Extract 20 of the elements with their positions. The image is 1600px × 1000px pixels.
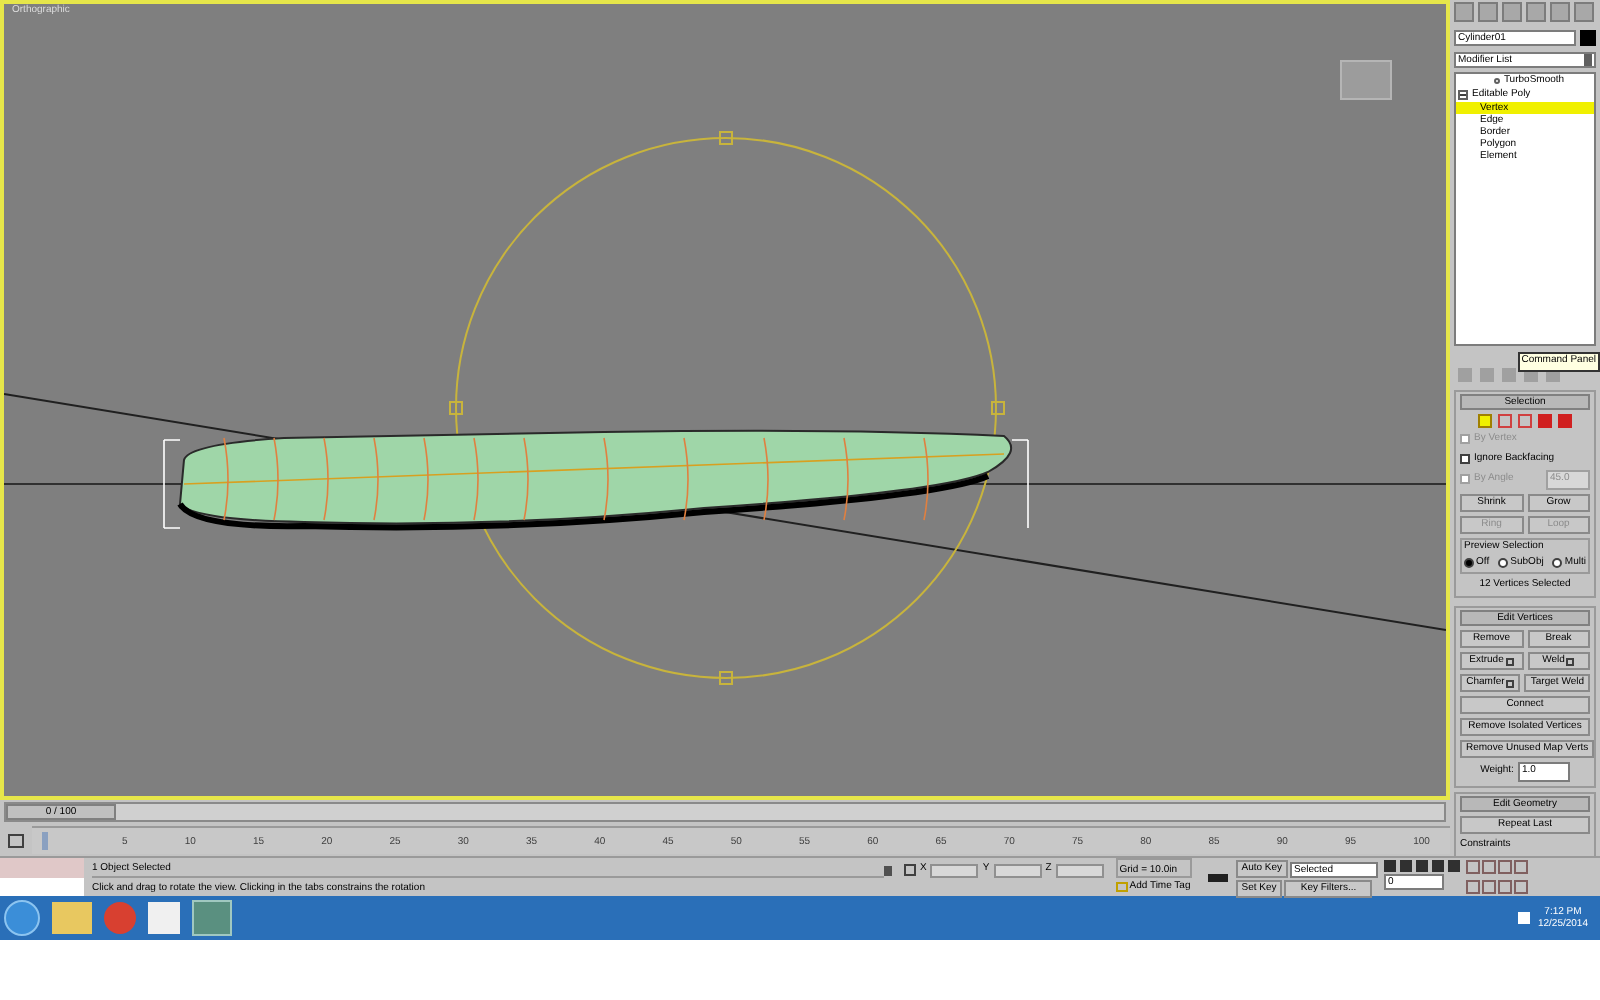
coordinate-field[interactable] [1055, 863, 1104, 877]
expand-icon[interactable] [1458, 90, 1468, 100]
coordinate-field[interactable] [930, 863, 979, 877]
settings-icon[interactable] [1505, 657, 1514, 665]
coordinate-field[interactable] [993, 863, 1042, 877]
settings-icon[interactable] [1566, 657, 1575, 665]
settings-icon[interactable] [1506, 679, 1515, 687]
radio-button[interactable] [1552, 558, 1563, 569]
radio-button[interactable] [1464, 558, 1474, 569]
subobject-mode-icon[interactable] [1518, 414, 1532, 428]
track-bar-icon[interactable] [8, 833, 24, 847]
time-marker[interactable] [42, 832, 48, 850]
absolute-mode-icon[interactable] [904, 864, 916, 876]
object-color-swatch[interactable] [1580, 30, 1596, 46]
checkbox[interactable] [1460, 453, 1470, 464]
bulb-icon[interactable] [1493, 78, 1500, 84]
start-button[interactable] [4, 900, 40, 936]
subobject-mode-icon[interactable] [1478, 414, 1492, 428]
subobject-mode-icon[interactable] [1498, 414, 1512, 428]
radio-button[interactable] [1498, 558, 1509, 569]
